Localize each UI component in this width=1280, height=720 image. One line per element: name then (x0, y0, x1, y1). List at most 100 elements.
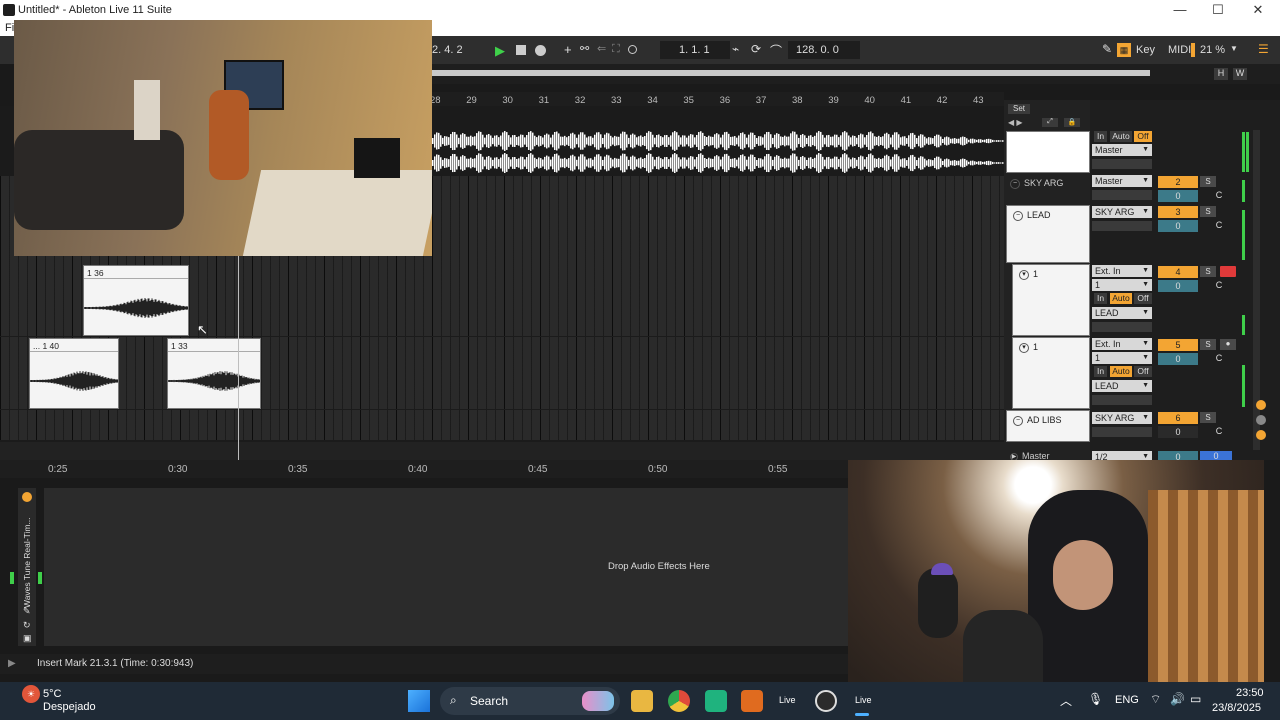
fl-studio-icon[interactable] (741, 690, 763, 712)
edit-icon[interactable]: ✎ (23, 606, 31, 617)
audio-clip[interactable]: 1 36 (83, 265, 189, 336)
midi-map-button[interactable]: MIDI (1168, 44, 1191, 56)
overdub-icon[interactable]: + (564, 42, 572, 57)
h-button[interactable]: H (1214, 68, 1228, 80)
pan-field[interactable]: C (1208, 190, 1230, 201)
clock-time[interactable]: 23:50 (1236, 687, 1264, 699)
solo-button[interactable]: S (1200, 412, 1216, 423)
menu-file[interactable]: Fi (5, 22, 14, 34)
output-routing-dropdown[interactable]: LEAD (1092, 307, 1152, 319)
weather-icon[interactable]: ☀ (22, 685, 40, 703)
solo-button[interactable]: S (1200, 266, 1216, 277)
w-button[interactable]: W (1233, 68, 1247, 80)
maximize-button[interactable]: ☐ (1200, 1, 1236, 19)
volume-field[interactable]: 0 (1158, 190, 1198, 202)
volume-field[interactable]: 0 (1158, 426, 1198, 438)
input-channel-dropdown[interactable]: 1 (1092, 352, 1152, 364)
search-box[interactable]: ⌕ Search (440, 687, 620, 715)
clock-date[interactable]: 23/8/2025 (1212, 702, 1261, 714)
capture-midi-icon[interactable]: ⛶ (612, 43, 620, 56)
ableton-live-active-icon[interactable]: Live (855, 695, 872, 705)
device-title-strip[interactable]: Waves Tune Real-Tim... ✎ ↻ ▣ (18, 488, 36, 646)
close-button[interactable]: ✕ (1240, 1, 1276, 19)
track-header-lead[interactable]: − LEAD (1006, 205, 1090, 263)
pan-field[interactable]: C (1208, 353, 1230, 364)
media-player-icon[interactable] (815, 690, 837, 712)
fold-icon[interactable]: ▾ (1019, 342, 1029, 353)
arrangement-position[interactable]: 2. 4. 2 (432, 44, 463, 56)
monitor-auto-button[interactable]: Auto (1110, 131, 1132, 142)
output-routing-dropdown[interactable]: Master (1092, 175, 1152, 187)
track-number-5[interactable]: 5 (1158, 339, 1198, 351)
audio-clip[interactable]: 1 33 (167, 338, 261, 409)
play-icon[interactable]: ▶ (495, 43, 505, 59)
fold-icon[interactable]: − (1010, 178, 1020, 189)
monitor-off-button[interactable]: Off (1134, 293, 1152, 304)
output-routing-dropdown[interactable]: LEAD (1092, 380, 1152, 392)
wifi-icon[interactable]: ⌔ (1150, 692, 1161, 707)
device-power-icon[interactable] (22, 492, 32, 502)
monitor-auto-button[interactable]: Auto (1110, 293, 1132, 304)
keyboard-icon[interactable]: ▦ (1117, 43, 1131, 57)
language-indicator[interactable]: ENG (1115, 694, 1139, 706)
stop-icon[interactable] (516, 45, 526, 55)
minimize-button[interactable]: — (1162, 1, 1198, 19)
expand-icon[interactable]: ⤢ (1042, 118, 1058, 127)
input-type-dropdown[interactable]: Ext. In (1092, 338, 1152, 350)
refresh-icon[interactable]: ↻ (23, 620, 31, 631)
arm-button[interactable] (1220, 266, 1236, 277)
track-header-1a[interactable]: ▾ 1 (1012, 264, 1090, 336)
solo-button[interactable]: S (1200, 206, 1216, 217)
record-icon[interactable] (535, 45, 546, 56)
track-lane-1b[interactable] (0, 337, 1004, 409)
pan-field[interactable]: C (1208, 280, 1230, 291)
cpu-dropdown-icon[interactable]: ▼ (1230, 44, 1238, 53)
output-routing-dropdown[interactable]: Master (1092, 144, 1152, 156)
fold-icon[interactable]: ▾ (1019, 269, 1029, 280)
beat-time-ruler[interactable]: 28 29 30 31 32 33 34 35 36 37 38 39 40 41 42 43 (430, 92, 1004, 106)
time-ruler[interactable]: 0:25 0:30 0:35 0:40 0:45 0:50 0:55 (0, 460, 848, 478)
re-enable-automation-icon[interactable]: ⇐ (597, 42, 606, 55)
app-icon[interactable] (705, 690, 727, 712)
weather-desc[interactable]: Despejado (43, 701, 96, 713)
menu-icon[interactable]: ☰ (1258, 42, 1269, 56)
track-header-ad-libs[interactable]: − AD LIBS (1006, 410, 1090, 442)
fold-icon[interactable]: − (1013, 415, 1023, 426)
audio-clip[interactable]: ... 1 40 (29, 338, 119, 409)
overview-scroll-bar[interactable] (432, 70, 1150, 76)
monitor-in-button[interactable]: In (1094, 293, 1107, 304)
weather-temp[interactable]: 5°C (43, 688, 61, 700)
track-lane-master[interactable] (0, 442, 1004, 460)
output-routing-dropdown[interactable]: SKY ARG (1092, 412, 1152, 424)
monitor-off-button[interactable]: Off (1134, 131, 1152, 142)
info-toggle-icon[interactable]: ▶ (8, 658, 16, 669)
tempo[interactable]: 128. 0. 0 (796, 44, 839, 56)
ableton-live-icon[interactable]: Live (779, 695, 796, 705)
input-type-dropdown[interactable]: Ext. In (1092, 265, 1152, 277)
track-header-1b[interactable]: ▾ 1 (1012, 337, 1090, 409)
locator-prev-icon[interactable]: ◀ ▶ (1008, 118, 1023, 127)
chrome-icon[interactable] (668, 690, 690, 712)
save-icon[interactable]: ▣ (23, 633, 32, 644)
track-number-3[interactable]: 3 (1158, 206, 1198, 218)
volume-icon[interactable]: 🔊 (1170, 692, 1185, 706)
track-number-4[interactable]: 4 (1158, 266, 1198, 278)
lock-icon[interactable]: 🔒 (1064, 118, 1080, 127)
automation-arm-icon[interactable]: ⚯ (580, 42, 589, 55)
track-lane-ad-libs[interactable] (0, 410, 1004, 440)
windows-start-icon[interactable] (408, 690, 430, 712)
pencil-icon[interactable]: ✎ (1102, 42, 1112, 56)
draw-mode-icon[interactable]: ⌁ (732, 42, 739, 56)
file-explorer-icon[interactable] (631, 690, 653, 712)
loop-switch-icon[interactable]: ⟳ (751, 42, 761, 56)
monitor-in-button[interactable]: In (1094, 131, 1107, 142)
track-number-2[interactable]: 2 (1158, 176, 1198, 188)
solo-button[interactable]: S (1200, 176, 1216, 187)
track-number-6[interactable]: 6 (1158, 412, 1198, 424)
session-record-icon[interactable] (628, 45, 637, 54)
fold-icon[interactable]: − (1013, 210, 1023, 221)
master-header-blank[interactable] (1006, 131, 1090, 173)
battery-icon[interactable]: ▭ (1190, 692, 1201, 706)
key-map-button[interactable]: Key (1136, 44, 1155, 56)
arrangement-overview[interactable]: H W (432, 64, 1280, 84)
